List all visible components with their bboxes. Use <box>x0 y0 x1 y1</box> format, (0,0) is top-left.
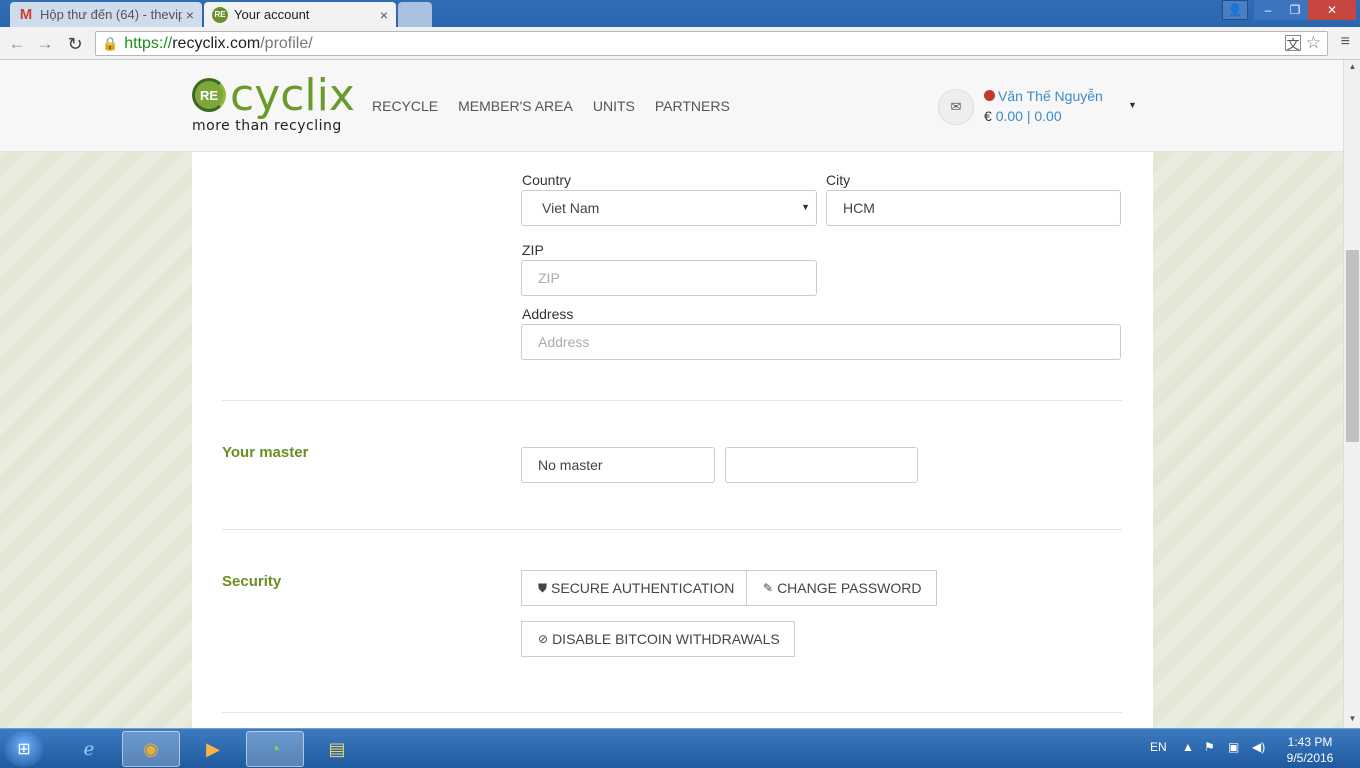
reload-icon[interactable]: ↻ <box>64 33 86 55</box>
section-divider <box>222 400 1122 401</box>
master-field[interactable]: No master <box>521 447 715 483</box>
main-nav: RECYCLE MEMBER'S AREA UNITS PARTNERS <box>372 98 750 114</box>
tab-gmail[interactable]: M Hộp thư đến (64) - thevip × <box>10 2 202 27</box>
chevron-down-icon: ▼ <box>801 202 810 212</box>
translate-icon[interactable]: 文 <box>1285 35 1301 52</box>
secure-authentication-label: SECURE AUTHENTICATION <box>551 580 735 596</box>
city-value: HCM <box>843 200 875 216</box>
user-profile-icon[interactable]: 👤 <box>1222 0 1248 20</box>
caret-down-icon[interactable]: ▼ <box>1128 100 1137 110</box>
shield-icon: ⛊ <box>538 580 548 595</box>
balance-secondary[interactable]: 0.00 <box>1034 108 1061 124</box>
secure-authentication-button[interactable]: ⛊ SECURE AUTHENTICATION <box>521 570 750 606</box>
chrome-icon[interactable]: ◉ <box>122 731 180 767</box>
scroll-up-icon[interactable]: ▲ <box>1344 62 1360 74</box>
currency-symbol: € <box>984 108 992 124</box>
taskbar: ⊞ ℯ ◉ ▶ ◔ ▤ EN ▲ ⚑ ▣ ◀) 1:43 PM 9/5/2016 <box>0 728 1360 768</box>
section-divider <box>222 529 1122 530</box>
tab-your-account[interactable]: RE Your account × <box>204 2 396 27</box>
maximize-button[interactable]: ❐ <box>1282 0 1308 20</box>
close-icon[interactable]: × <box>380 7 388 23</box>
logo-tagline: more than recycling <box>192 118 342 134</box>
edit-icon: ✎ <box>763 581 774 595</box>
security-section-title: Security <box>222 573 282 590</box>
tab-label: Hộp thư đến (64) - thevip <box>40 7 182 22</box>
user-balance: € 0.00 | 0.00 <box>984 108 1062 124</box>
city-label: City <box>826 172 851 188</box>
balance-separator: | <box>1026 108 1031 124</box>
scrollbar-thumb[interactable] <box>1346 250 1359 442</box>
address-label: Address <box>522 306 574 322</box>
nav-units[interactable]: UNITS <box>593 98 635 114</box>
zip-label: ZIP <box>522 242 544 258</box>
envelope-icon[interactable]: ✉ <box>938 89 974 125</box>
gmail-icon: M <box>19 6 33 23</box>
clock-date: 9/5/2016 <box>1286 751 1334 765</box>
master-value: No master <box>538 457 603 473</box>
new-tab-button[interactable] <box>398 2 432 27</box>
disable-bitcoin-withdrawals-button[interactable]: ⊘ DISABLE BITCOIN WITHDRAWALS <box>521 621 795 657</box>
language-indicator[interactable]: EN <box>1150 740 1167 754</box>
nav-members-area[interactable]: MEMBER'S AREA <box>458 98 573 114</box>
close-icon[interactable]: × <box>186 7 194 23</box>
minimize-button[interactable]: – <box>1254 0 1282 20</box>
close-window-button[interactable]: ✕ <box>1308 0 1356 20</box>
master-secondary-field[interactable] <box>725 447 918 483</box>
back-arrow-icon[interactable]: ← <box>6 33 28 55</box>
browser-menu-icon[interactable]: ≡ <box>1341 33 1350 51</box>
clock-time: 1:43 PM <box>1287 735 1333 749</box>
city-field[interactable]: HCM <box>826 190 1121 226</box>
lock-icon: 🔒 <box>102 35 119 51</box>
address-bar[interactable]: 🔒 https:// recyclix.com /profile/ 文 ☆ <box>95 31 1328 56</box>
browser-toolbar: ← → ↻ 🔒 https:// recyclix.com /profile/ … <box>0 27 1360 60</box>
logo-badge: RE <box>192 78 226 112</box>
country-select[interactable]: Viet Nam ▼ <box>521 190 817 226</box>
url-host: recyclix.com <box>172 34 261 52</box>
url-path: /profile/ <box>260 34 313 52</box>
section-divider <box>222 712 1122 713</box>
tab-label: Your account <box>234 7 310 22</box>
page-scrollbar[interactable]: ▲ ▼ <box>1343 60 1360 728</box>
site-header: RE cyclix more than recycling RECYCLE ME… <box>0 60 1343 152</box>
nav-partners[interactable]: PARTNERS <box>655 98 730 114</box>
bookmark-star-icon[interactable]: ☆ <box>1306 33 1321 53</box>
action-center-icon[interactable]: ⚑ <box>1204 740 1215 754</box>
forward-arrow-icon[interactable]: → <box>34 33 56 55</box>
zip-field[interactable]: ZIP <box>521 260 817 296</box>
country-value: Viet Nam <box>542 200 600 216</box>
ban-icon: ⊘ <box>538 632 549 646</box>
windows-start-icon[interactable]: ⊞ <box>4 731 44 767</box>
file-explorer-icon[interactable]: ▤ <box>308 731 366 767</box>
internet-explorer-icon[interactable]: ℯ <box>60 731 118 767</box>
user-name[interactable]: Văn Thế Nguyễn <box>998 88 1103 104</box>
address-field[interactable]: Address <box>521 324 1121 360</box>
zip-placeholder: ZIP <box>538 270 560 286</box>
logo-word: cyclix <box>230 70 355 121</box>
page-viewport: RE cyclix more than recycling RECYCLE ME… <box>0 60 1343 728</box>
nav-recycle[interactable]: RECYCLE <box>372 98 438 114</box>
url-scheme: https:// <box>124 34 173 52</box>
volume-icon[interactable]: ◀) <box>1252 740 1265 754</box>
network-icon[interactable]: ▣ <box>1228 740 1239 754</box>
change-password-label: CHANGE PASSWORD <box>777 580 922 596</box>
system-clock[interactable]: 1:43 PM 9/5/2016 <box>1280 734 1340 766</box>
master-section-title: Your master <box>222 444 309 461</box>
address-placeholder: Address <box>538 334 590 350</box>
browser-titlebar: M Hộp thư đến (64) - thevip × RE Your ac… <box>0 0 1360 27</box>
status-dot <box>984 90 995 101</box>
disable-bitcoin-withdrawals-label: DISABLE BITCOIN WITHDRAWALS <box>552 631 780 647</box>
media-player-icon[interactable]: ▶ <box>184 731 242 767</box>
change-password-button[interactable]: ✎ CHANGE PASSWORD <box>746 570 937 606</box>
scroll-down-icon[interactable]: ▼ <box>1344 714 1360 726</box>
balance-primary[interactable]: 0.00 <box>996 108 1023 124</box>
show-hidden-icons-icon[interactable]: ▲ <box>1182 740 1194 754</box>
recyclix-favicon-icon: RE <box>212 6 228 23</box>
coccoc-browser-icon[interactable]: ◔ <box>246 731 304 767</box>
recyclix-logo[interactable]: RE cyclix more than recycling <box>192 70 355 136</box>
country-label: Country <box>522 172 572 188</box>
